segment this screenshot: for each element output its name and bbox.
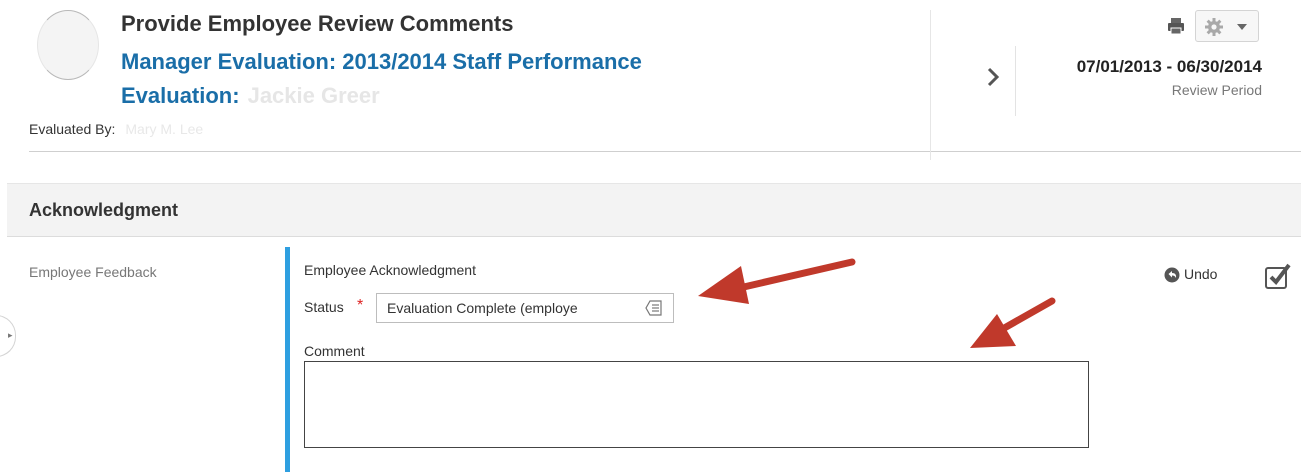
print-icon <box>1168 18 1184 35</box>
list-picker-icon[interactable] <box>645 300 663 316</box>
employee-feedback-label: Employee Feedback <box>29 264 157 280</box>
checkbox-check-icon <box>1265 263 1291 289</box>
evaluation-title: Manager Evaluation: 2013/2014 Staff Perf… <box>121 45 821 113</box>
print-button[interactable] <box>1166 16 1186 36</box>
undo-icon <box>1164 267 1180 283</box>
next-period-button[interactable] <box>986 64 1002 90</box>
section-header: Acknowledgment <box>7 183 1301 237</box>
comment-label: Comment <box>304 343 365 359</box>
review-period-label: Review Period <box>1171 82 1262 98</box>
required-indicator: * <box>357 297 364 314</box>
active-field-indicator <box>285 247 290 472</box>
evaluated-by: Evaluated By: Mary M. Lee <box>29 121 203 137</box>
review-period-dates: 07/01/2013 - 06/30/2014 <box>1076 57 1262 76</box>
gear-icon <box>1205 18 1223 36</box>
acknowledgment-group-label: Employee Acknowledgment <box>304 262 476 278</box>
complete-checkbox-button[interactable] <box>1264 262 1292 290</box>
side-panel-toggle[interactable]: ▸ <box>0 315 16 357</box>
expand-icon: ▸ <box>8 330 13 340</box>
page-title: Provide Employee Review Comments <box>121 11 514 36</box>
employee-avatar <box>37 10 99 80</box>
section-title: Acknowledgment <box>29 200 179 220</box>
evaluation-title-text[interactable]: Manager Evaluation: 2013/2014 Staff Perf… <box>121 49 642 108</box>
status-select-value: Evaluation Complete (employe <box>387 300 578 316</box>
chevron-right-icon <box>987 67 1000 87</box>
header-vertical-divider <box>930 10 931 160</box>
period-divider <box>1015 46 1016 116</box>
header-divider <box>29 151 1301 152</box>
comment-textarea[interactable] <box>304 361 1089 448</box>
evaluated-by-value: Mary M. Lee <box>125 121 204 137</box>
employee-name: Jackie Greer <box>247 83 380 108</box>
settings-menu-button[interactable] <box>1195 10 1259 42</box>
status-label: Status <box>304 299 344 315</box>
status-select[interactable]: Evaluation Complete (employe <box>376 293 674 323</box>
evaluated-by-label: Evaluated By: <box>29 121 116 137</box>
caret-down-icon <box>1237 24 1247 30</box>
undo-label: Undo <box>1184 266 1218 282</box>
annotation-arrow-status <box>698 258 856 304</box>
annotation-arrow-comment <box>970 297 1056 348</box>
